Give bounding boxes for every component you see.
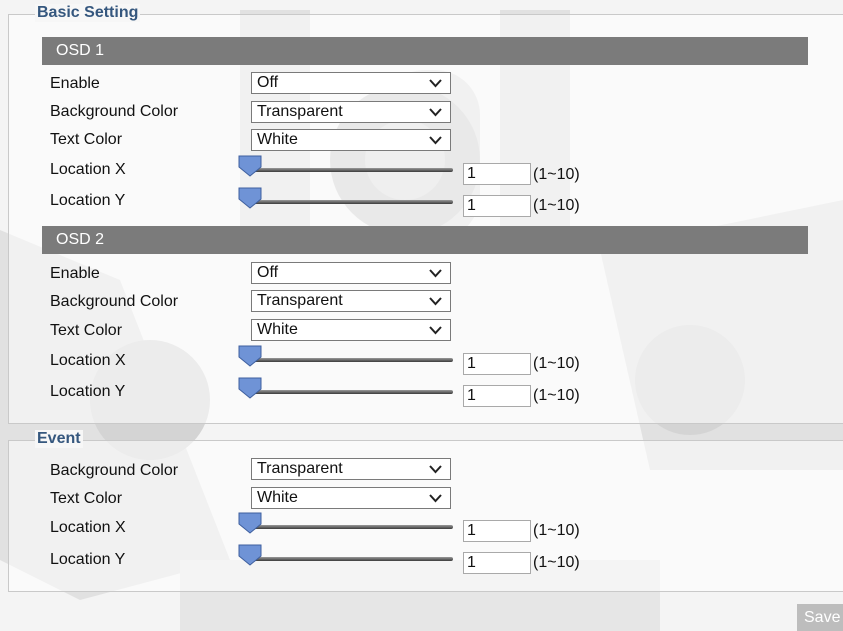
osd1-bgcolor-label: Background Color bbox=[50, 103, 179, 120]
slider-thumb-icon[interactable] bbox=[238, 155, 262, 177]
osd1-textcolor-select[interactable]: White bbox=[251, 129, 451, 151]
chevron-down-icon bbox=[429, 465, 442, 474]
osd2-textcolor-value: White bbox=[257, 321, 298, 338]
slider-thumb-icon[interactable] bbox=[238, 544, 262, 566]
osd2-enable-label: Enable bbox=[50, 265, 100, 282]
osd2-enable-value: Off bbox=[257, 264, 279, 281]
osd1-locy-input[interactable]: 1 bbox=[463, 195, 531, 217]
event-bgcolor-label: Background Color bbox=[50, 462, 179, 479]
osd1-textcolor-value: White bbox=[257, 131, 298, 148]
osd2-header: OSD 2 bbox=[42, 226, 808, 254]
save-button[interactable]: Save bbox=[797, 604, 843, 631]
osd2-locy-slider-track[interactable] bbox=[247, 390, 453, 394]
chevron-down-icon bbox=[429, 269, 442, 278]
event-locx-range: (1~10) bbox=[533, 522, 580, 539]
osd2-locx-range: (1~10) bbox=[533, 355, 580, 372]
osd1-locx-input[interactable]: 1 bbox=[463, 163, 531, 185]
event-locx-slider-track[interactable] bbox=[247, 525, 453, 529]
slider-thumb-icon[interactable] bbox=[238, 377, 262, 399]
osd1-locy-range: (1~10) bbox=[533, 197, 580, 214]
osd1-bgcolor-select[interactable]: Transparent bbox=[251, 101, 451, 123]
osd1-enable-select[interactable]: Off bbox=[251, 72, 451, 94]
osd2-bgcolor-label: Background Color bbox=[50, 293, 179, 310]
event-locy-input[interactable]: 1 bbox=[463, 552, 531, 574]
osd1-enable-value: Off bbox=[257, 74, 279, 91]
event-textcolor-label: Text Color bbox=[50, 490, 123, 507]
osd-settings-page: Basic Setting OSD 1 Enable Off Backgroun… bbox=[0, 0, 843, 631]
osd1-locx-label: Location X bbox=[50, 161, 126, 178]
chevron-down-icon bbox=[429, 297, 442, 306]
chevron-down-icon bbox=[429, 494, 442, 503]
chevron-down-icon bbox=[429, 136, 442, 145]
osd2-locx-input[interactable]: 1 bbox=[463, 353, 531, 375]
osd2-locx-label: Location X bbox=[50, 352, 126, 369]
event-title: Event bbox=[35, 430, 83, 448]
osd2-textcolor-label: Text Color bbox=[50, 322, 123, 339]
event-bgcolor-value: Transparent bbox=[257, 460, 343, 477]
osd2-locy-label: Location Y bbox=[50, 383, 126, 400]
osd1-bgcolor-value: Transparent bbox=[257, 103, 343, 120]
osd2-textcolor-select[interactable]: White bbox=[251, 319, 451, 341]
event-locx-input[interactable]: 1 bbox=[463, 520, 531, 542]
osd1-textcolor-label: Text Color bbox=[50, 131, 123, 148]
event-textcolor-select[interactable]: White bbox=[251, 487, 451, 509]
osd1-locx-range: (1~10) bbox=[533, 166, 580, 183]
osd2-locy-range: (1~10) bbox=[533, 387, 580, 404]
slider-thumb-icon[interactable] bbox=[238, 345, 262, 367]
osd1-locy-label: Location Y bbox=[50, 192, 126, 209]
osd1-locx-slider-track[interactable] bbox=[247, 168, 453, 172]
basic-setting-title: Basic Setting bbox=[35, 4, 141, 22]
osd2-enable-select[interactable]: Off bbox=[251, 262, 451, 284]
osd2-locx-slider-track[interactable] bbox=[247, 358, 453, 362]
chevron-down-icon bbox=[429, 79, 442, 88]
osd1-header: OSD 1 bbox=[42, 37, 808, 65]
event-locy-range: (1~10) bbox=[533, 554, 580, 571]
osd2-locy-input[interactable]: 1 bbox=[463, 385, 531, 407]
osd1-locy-slider-track[interactable] bbox=[247, 200, 453, 204]
event-textcolor-value: White bbox=[257, 489, 298, 506]
osd2-bgcolor-value: Transparent bbox=[257, 292, 343, 309]
chevron-down-icon bbox=[429, 326, 442, 335]
osd2-bgcolor-select[interactable]: Transparent bbox=[251, 290, 451, 312]
event-locx-label: Location X bbox=[50, 519, 126, 536]
event-locy-slider-track[interactable] bbox=[247, 557, 453, 561]
slider-thumb-icon[interactable] bbox=[238, 187, 262, 209]
event-bgcolor-select[interactable]: Transparent bbox=[251, 458, 451, 480]
event-locy-label: Location Y bbox=[50, 551, 126, 568]
osd1-enable-label: Enable bbox=[50, 75, 100, 92]
slider-thumb-icon[interactable] bbox=[238, 512, 262, 534]
chevron-down-icon bbox=[429, 108, 442, 117]
